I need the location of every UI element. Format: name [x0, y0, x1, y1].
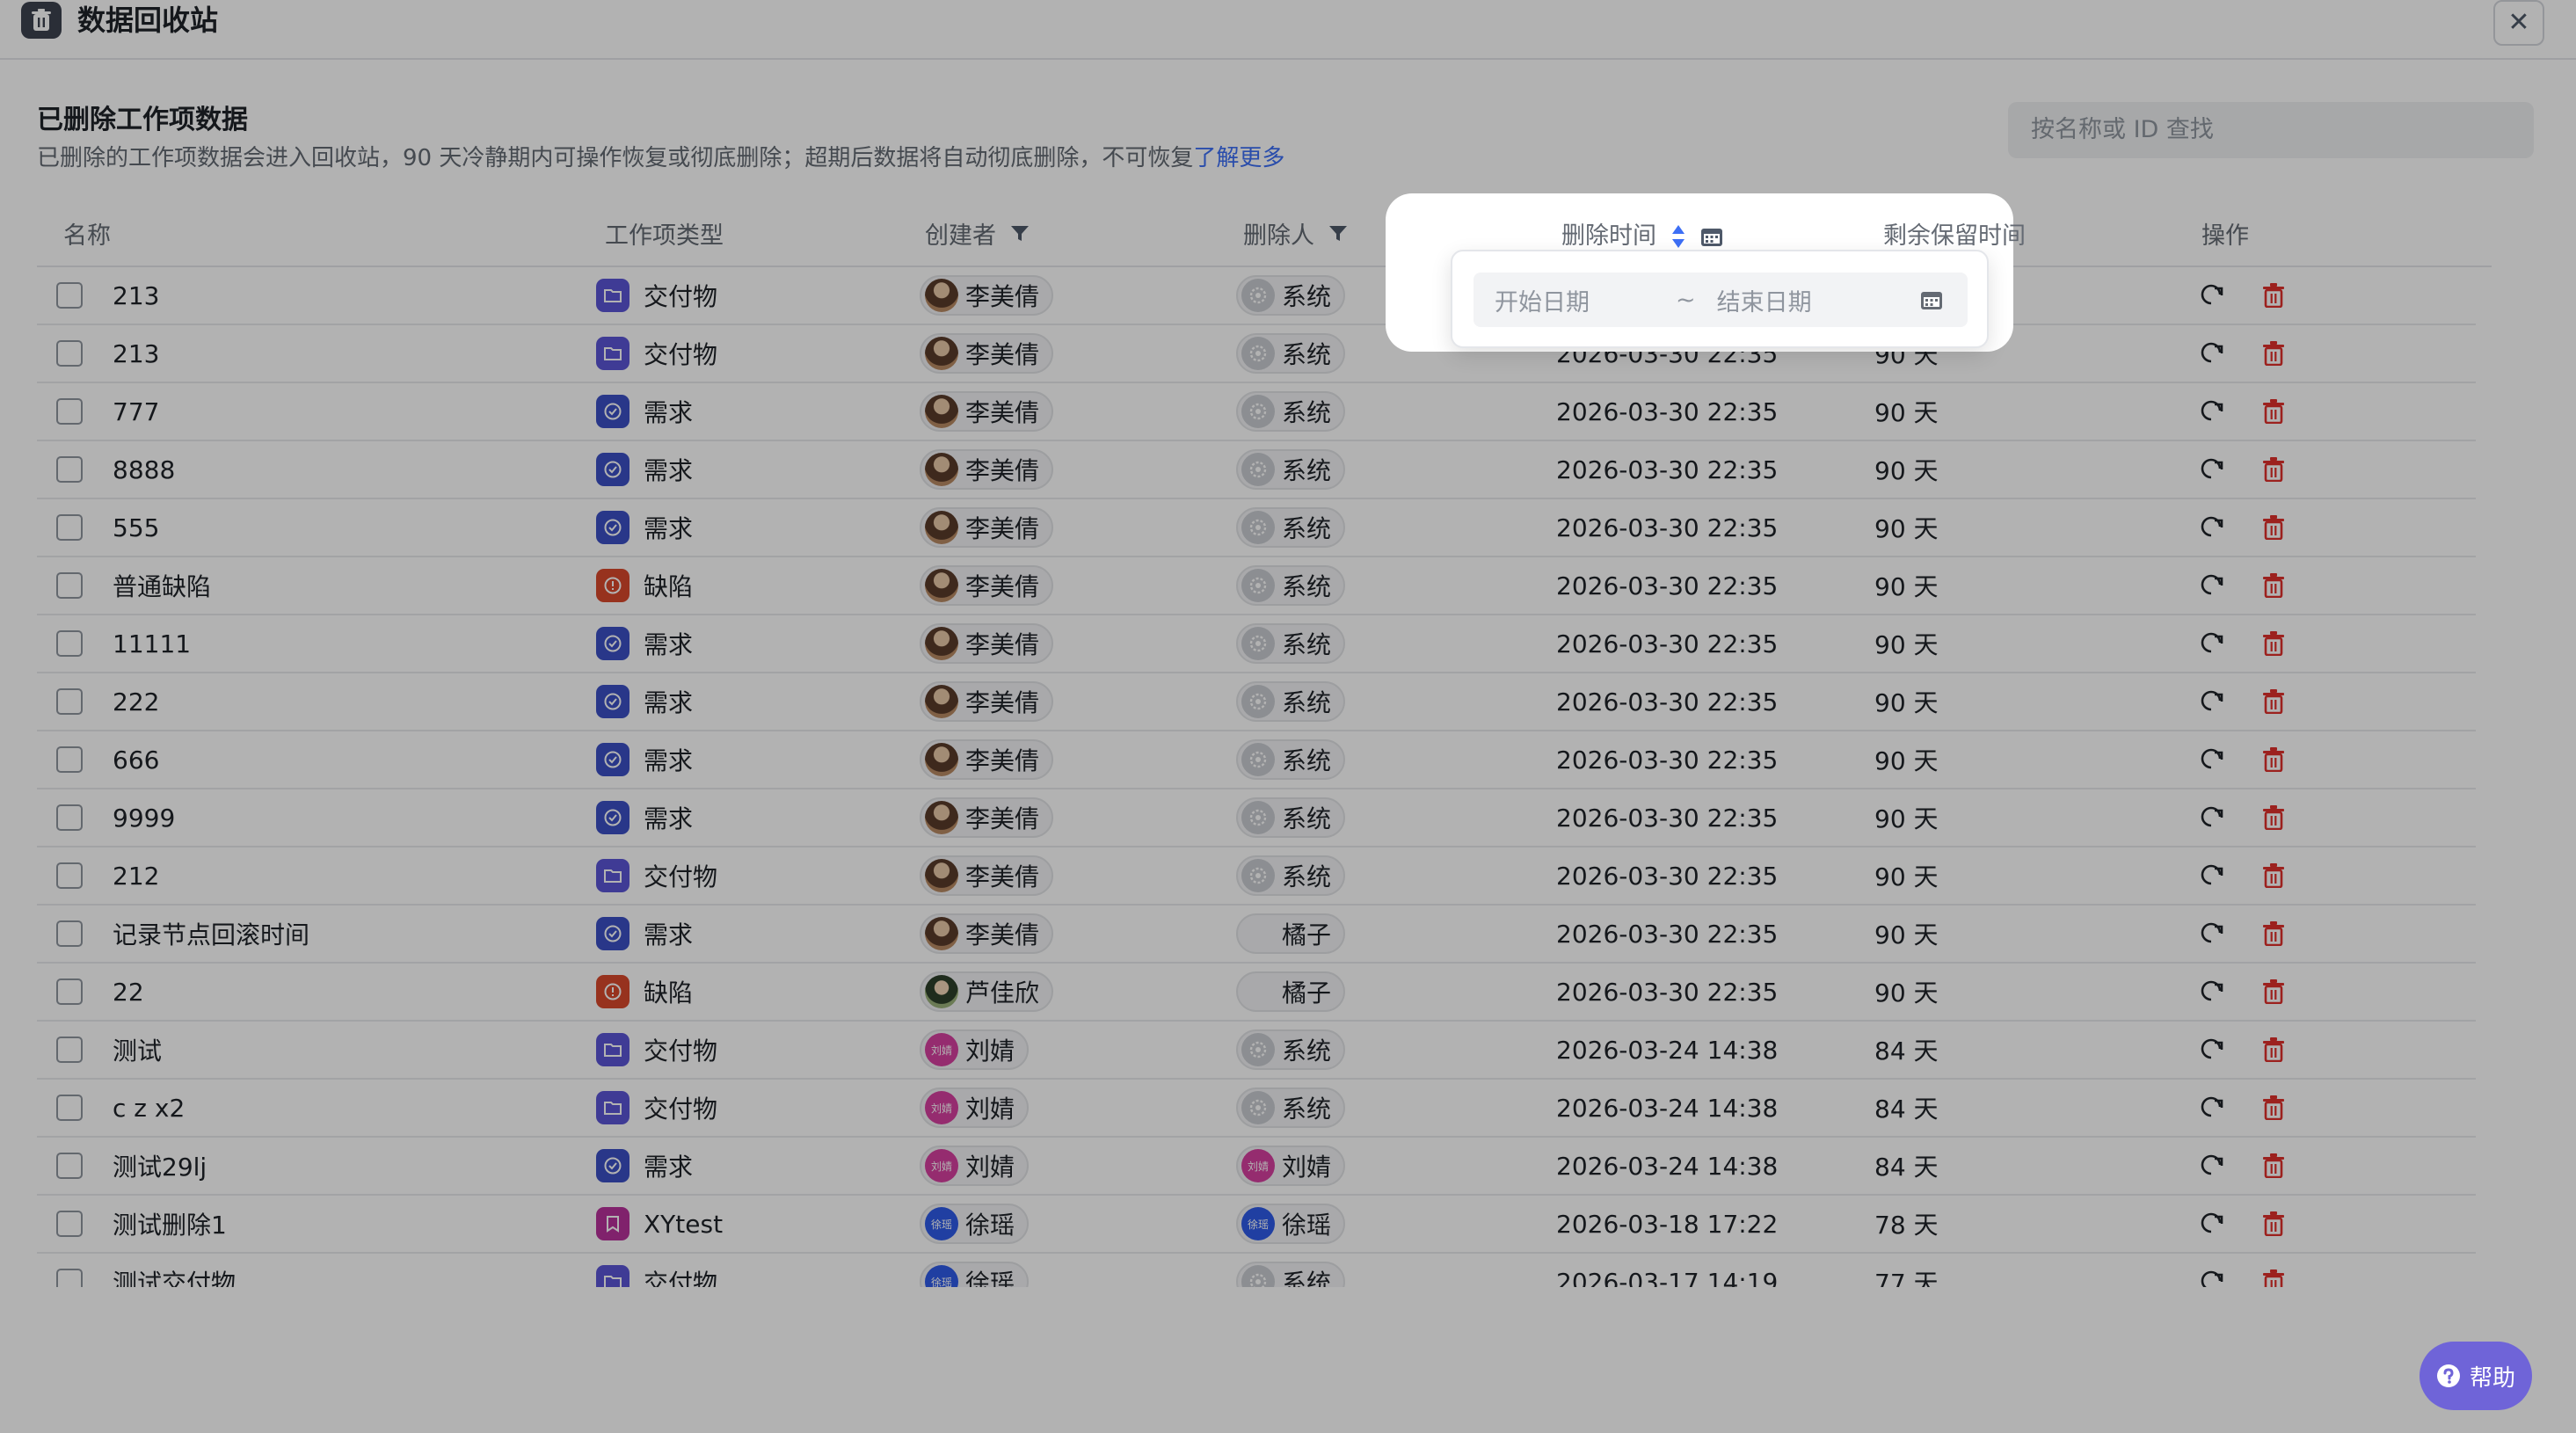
modal-overlay: [0, 0, 2576, 1433]
calendar-icon[interactable]: [1700, 226, 1723, 247]
end-date-input[interactable]: 结束日期: [1717, 283, 1812, 317]
date-range-popover: 开始日期 ~ 结束日期: [1451, 250, 1989, 348]
help-label: 帮助: [2469, 1364, 2515, 1392]
calendar-icon[interactable]: [1920, 289, 1943, 310]
start-date-input[interactable]: 开始日期: [1495, 283, 1590, 317]
sort-icon[interactable]: [1670, 223, 1686, 250]
help-button[interactable]: 帮助: [2420, 1342, 2532, 1410]
date-range-picker[interactable]: 开始日期 ~ 结束日期: [1474, 273, 1968, 327]
date-separator: ~: [1676, 286, 1696, 314]
question-icon: [2436, 1364, 2461, 1388]
